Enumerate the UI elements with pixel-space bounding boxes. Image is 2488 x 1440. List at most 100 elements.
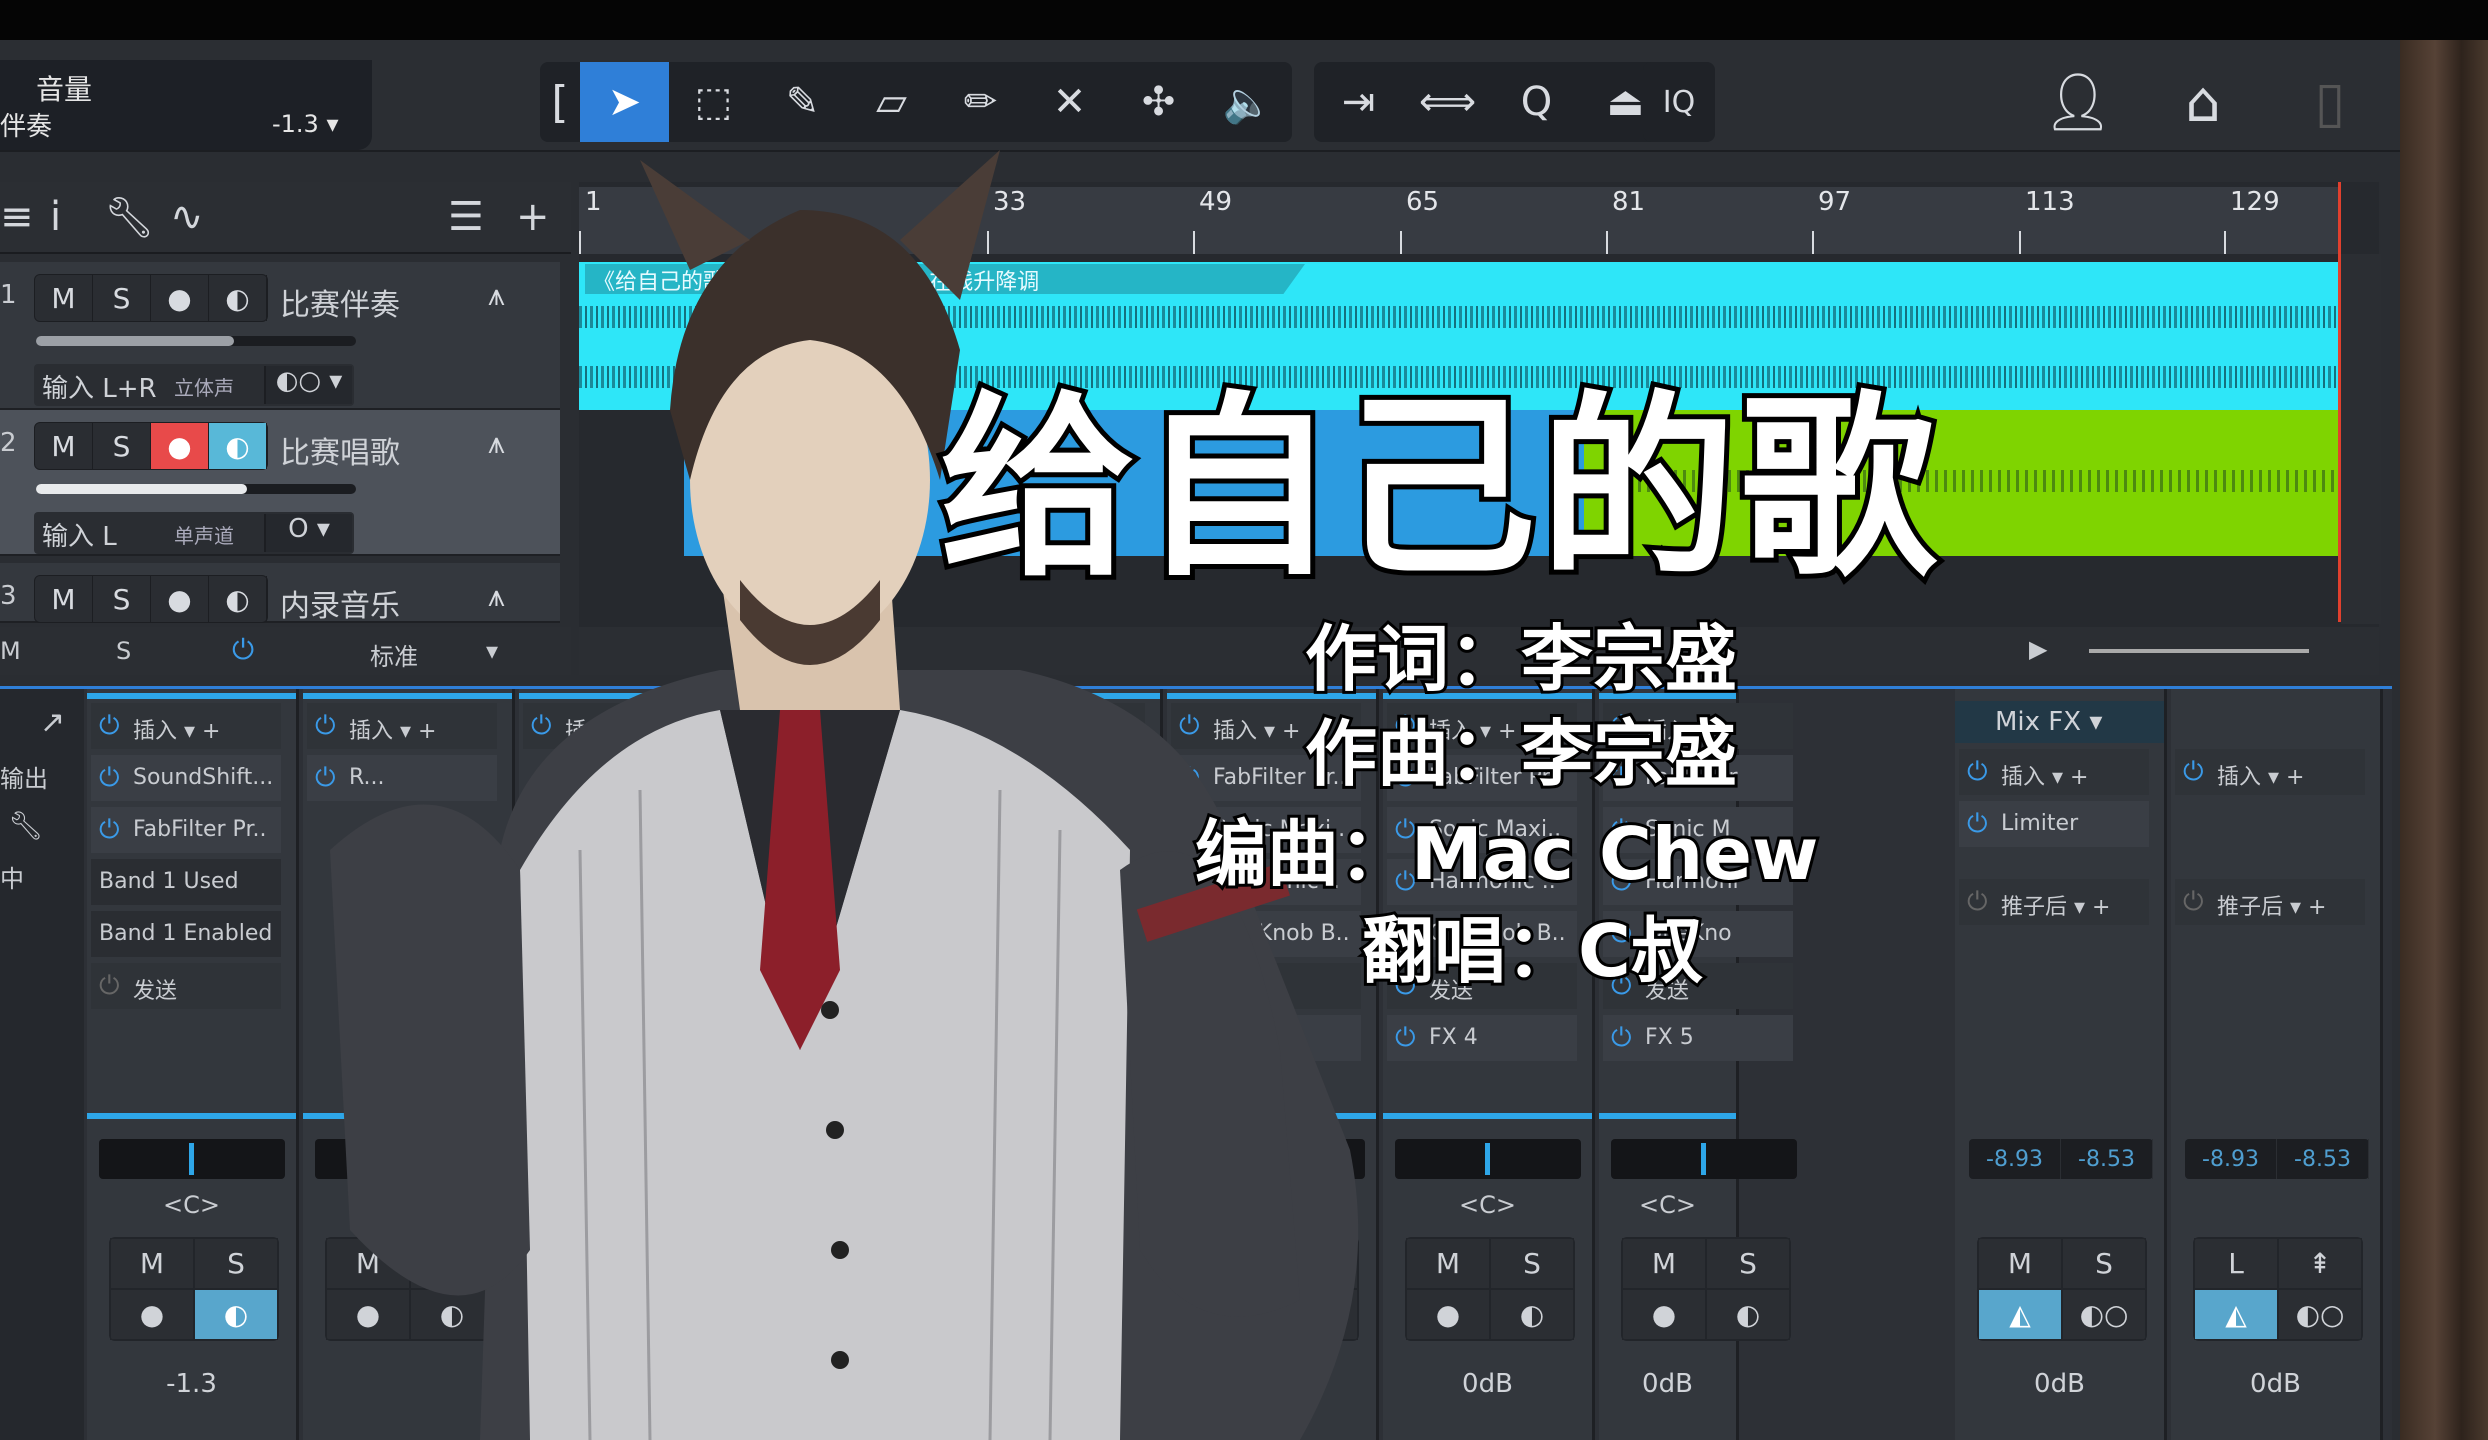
pan-value[interactable]: <C>: [1599, 1191, 1736, 1219]
quantize-icon[interactable]: Q: [1492, 62, 1581, 142]
post-fader-header[interactable]: ⏻ 推子后 ▾ +: [1959, 879, 2149, 925]
track-number: 2: [0, 428, 17, 458]
channel-buttons: L ⇞ ◭ ◐○: [2193, 1237, 2363, 1341]
solo-button[interactable]: S: [1706, 1238, 1790, 1289]
volume-value[interactable]: -1.3 ▾: [272, 110, 339, 138]
snap-tools-group: ⇥ ⟺ Q ⏏: [1314, 62, 1670, 142]
record-arm-button[interactable]: ●: [1622, 1289, 1706, 1340]
solo-button[interactable]: S: [93, 275, 151, 321]
power-icon[interactable]: ⏻: [99, 815, 120, 846]
insert-header[interactable]: ⏻插入 ▾ +: [1959, 749, 2149, 795]
ruler-tick: [2019, 231, 2021, 254]
input-label: 输入 L+R: [42, 374, 157, 404]
post-fader-header[interactable]: ⏻ 推子后 ▾ +: [2175, 879, 2365, 925]
solo-button[interactable]: S: [1490, 1238, 1574, 1289]
top-black-bar: [0, 0, 2488, 40]
split-icon[interactable]: ⟺: [1403, 62, 1492, 142]
channel-lower-section: -8.93 -8.53 M S ◭ ◐○ 0dB: [1955, 1119, 2164, 1440]
solo-button[interactable]: S: [2062, 1238, 2146, 1289]
insert-header[interactable]: ⏻插入 ▾ +: [2175, 749, 2365, 795]
eraser-icon[interactable]: ▱: [847, 62, 936, 142]
mute-button[interactable]: L: [2194, 1238, 2278, 1289]
stereo-link-button[interactable]: ◐○: [2062, 1289, 2146, 1340]
ruler-tick: [1606, 231, 1608, 254]
peak-value: -8.53: [2061, 1139, 2153, 1179]
iq-label: IQ: [1662, 84, 1696, 120]
record-arm-button[interactable]: ●: [110, 1289, 194, 1340]
volume-value[interactable]: 0dB: [2171, 1369, 2380, 1399]
channel-buttons: MS●◐: [1621, 1237, 1791, 1341]
volume-value[interactable]: 0dB: [1955, 1369, 2164, 1399]
dim-button[interactable]: ◭: [2194, 1289, 2278, 1340]
pan-indicator: [1485, 1143, 1490, 1175]
wrench-icon[interactable]: 🔧︎: [104, 194, 155, 241]
mixer-channel-strip: Mix FX ▾ ⏻ 插入 ▾ + ⏻ Limiter ⏻ 推子后 ▾ + -8.93 -8.5…: [1955, 689, 2167, 1440]
solo-button[interactable]: ⇞: [2278, 1238, 2362, 1289]
listen-icon[interactable]: 🔈: [1203, 62, 1292, 142]
power-icon[interactable]: ⏻: [99, 711, 120, 742]
solo-button[interactable]: S: [93, 576, 151, 622]
volume-info-box[interactable]: 音量 伴奏 -1.3 ▾: [0, 60, 372, 150]
ruler-bar-label: 113: [2025, 187, 2075, 217]
monitor-button[interactable]: ◐: [1490, 1289, 1574, 1340]
arrow-icon[interactable]: ➤: [580, 62, 669, 142]
channel-lower-section: -8.93 -8.53 L ⇞ ◭ ◐○ 0dB: [2171, 1119, 2380, 1440]
pan-knob[interactable]: [1611, 1139, 1797, 1179]
monitor-button[interactable]: ◐: [1706, 1289, 1790, 1340]
channel-color-bar: [1599, 1113, 1736, 1119]
footer-mute[interactable]: M: [0, 637, 21, 665]
iq-button[interactable]: IQ: [1643, 62, 1715, 142]
track-label: 伴奏: [0, 112, 53, 142]
mute-tool-icon[interactable]: ✕: [1025, 62, 1114, 142]
singer-credit: 翻唱：C叔: [1359, 906, 1706, 996]
info-icon[interactable]: i: [50, 194, 61, 240]
power-icon[interactable]: ⏻: [2183, 757, 2204, 788]
bend-icon[interactable]: ✣: [1114, 62, 1203, 142]
channel-buttons: M S ◭ ◐○: [1977, 1237, 2147, 1341]
dim-button[interactable]: ◭: [1978, 1289, 2062, 1340]
ruler-tick: [2224, 231, 2226, 254]
volume-value[interactable]: 0dB: [1599, 1369, 1736, 1399]
bus-name-selector[interactable]: Mix FX ▾: [1955, 701, 2164, 743]
list-icon[interactable]: ≡: [0, 194, 34, 240]
expand-arrow-icon[interactable]: ↗: [40, 705, 65, 740]
mute-button[interactable]: M: [110, 1238, 194, 1289]
mute-button[interactable]: M: [35, 423, 93, 469]
peak-value: -8.53: [2277, 1139, 2369, 1179]
power-icon[interactable]: ⏻: [99, 763, 120, 794]
send-slot[interactable]: ⏻ FX 5: [1603, 1015, 1793, 1061]
route-label[interactable]: 中: [0, 859, 24, 894]
mixer-left-panel: ↗ 输出 中 🔧︎: [0, 689, 84, 1440]
mute-button[interactable]: M: [35, 275, 93, 321]
zoom-slider[interactable]: [2089, 649, 2309, 653]
power-icon[interactable]: ⏻: [1967, 757, 1988, 788]
ruler-bar-label: 97: [1818, 187, 1852, 217]
mute-button[interactable]: M: [35, 576, 93, 622]
track-number: 3: [0, 581, 17, 611]
vertical-scrollbar[interactable]: [2341, 254, 2381, 624]
pan-indicator: [189, 1143, 194, 1175]
mute-button[interactable]: M: [1622, 1238, 1706, 1289]
mute-button[interactable]: M: [1978, 1238, 2062, 1289]
output-label[interactable]: 输出: [0, 759, 48, 794]
automation-icon[interactable]: ∿: [170, 194, 204, 240]
stereo-link-button[interactable]: ◐○: [2278, 1289, 2362, 1340]
wrench-icon[interactable]: 🔧︎: [8, 809, 44, 842]
channel-lower-section: <C> MS●◐ 0dB: [1599, 1113, 1797, 1440]
volume-label: 音量: [36, 73, 93, 106]
paint-icon[interactable]: ✎: [758, 62, 847, 142]
footer-solo[interactable]: S: [116, 637, 131, 665]
home-icon[interactable]: ⌂: [2165, 64, 2241, 140]
peak-value: -8.93: [2185, 1139, 2277, 1179]
solo-button[interactable]: S: [93, 423, 151, 469]
pencil-icon[interactable]: ✏: [936, 62, 1025, 142]
snap-icon[interactable]: ⇥: [1314, 62, 1403, 142]
edit-tools-group: [ ➤ ⬚ ✎ ▱ ✏ ✕ ✣ 🔈: [540, 62, 1292, 142]
mixer-channel-strip: ⏻ 插入 ▾ + ⏻ 推子后 ▾ + -8.93 -8.53 L ⇞ ◭ ◐○ 0dB: [2171, 689, 2383, 1440]
insert-slot[interactable]: ⏻ Limiter: [1959, 801, 2149, 847]
play-icon[interactable]: ▶: [2029, 635, 2047, 663]
range-select-icon[interactable]: ⬚: [669, 62, 758, 142]
document-icon[interactable]: ▯: [2292, 64, 2368, 140]
user-icon[interactable]: 👤︎: [2040, 64, 2116, 140]
power-icon[interactable]: ⏻: [1967, 809, 1988, 840]
